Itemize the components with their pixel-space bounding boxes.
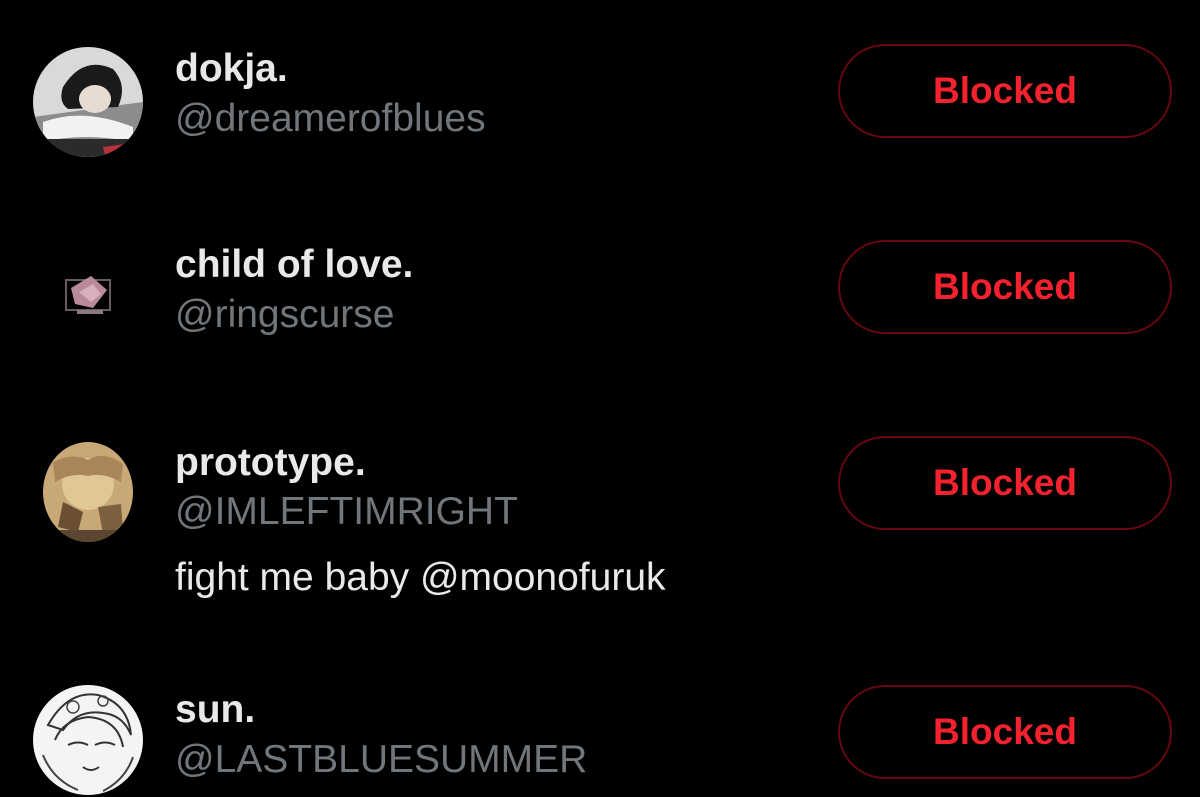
list-item[interactable]: sun. @LASTBLUESUMMER Blocked	[0, 660, 1200, 797]
handle: @ringscurse	[175, 293, 395, 336]
display-name: dokja.	[175, 47, 288, 90]
avatar-image	[33, 685, 143, 795]
list-item[interactable]: child of love. @ringscurse Blocked	[0, 190, 1200, 390]
display-name: sun.	[175, 688, 256, 731]
handle: @LASTBLUESUMMER	[175, 738, 588, 781]
display-name: child of love.	[175, 243, 414, 286]
bio-text: fight me baby @moonofuruk	[175, 556, 666, 599]
blocked-accounts-list: dokja. @dreamerofblues Blocked child of …	[0, 0, 1200, 797]
avatar-image	[33, 47, 143, 157]
list-item[interactable]: dokja. @dreamerofblues Blocked	[0, 0, 1200, 190]
avatar[interactable]	[33, 685, 143, 795]
blocked-button[interactable]: Blocked	[838, 44, 1172, 138]
avatar[interactable]	[43, 442, 133, 542]
avatar-image	[33, 238, 143, 348]
list-item[interactable]: prototype. @IMLEFTIMRIGHT fight me baby …	[0, 390, 1200, 660]
handle: @IMLEFTIMRIGHT	[175, 490, 518, 533]
avatar-image	[43, 442, 133, 542]
blocked-button[interactable]: Blocked	[838, 436, 1172, 530]
display-name: prototype.	[175, 441, 366, 484]
handle: @dreamerofblues	[175, 97, 486, 140]
blocked-button[interactable]: Blocked	[838, 240, 1172, 334]
avatar[interactable]	[33, 238, 143, 348]
avatar[interactable]	[33, 47, 143, 157]
blocked-button[interactable]: Blocked	[838, 685, 1172, 779]
